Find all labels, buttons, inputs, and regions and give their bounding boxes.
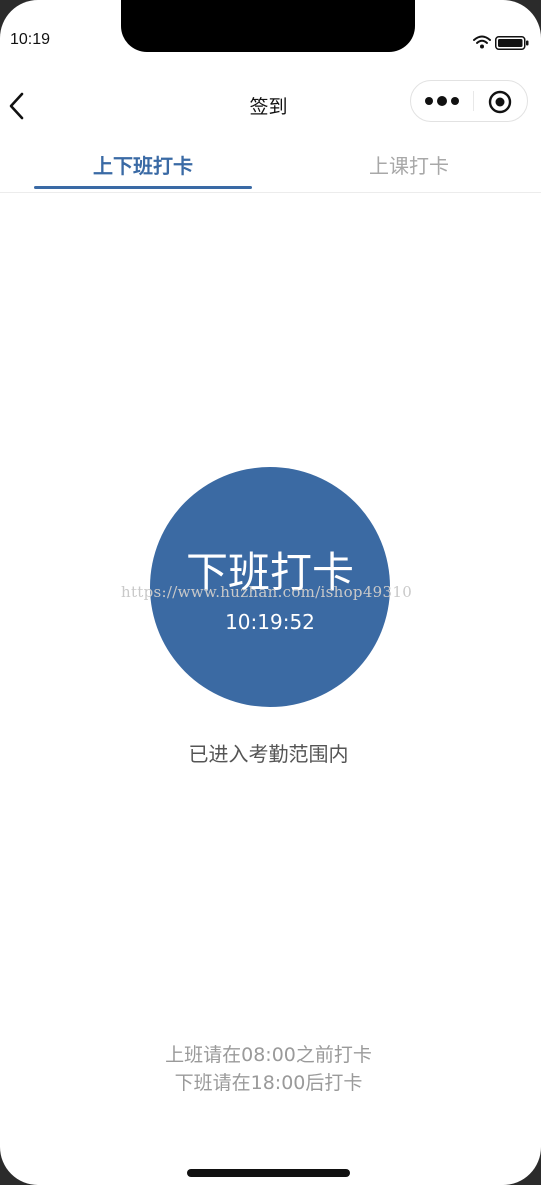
rule-check-in: 上班请在08:00之前打卡: [165, 1044, 372, 1066]
punch-clock: 10:19:52: [225, 610, 315, 634]
tab-class-punch[interactable]: 上课打卡: [300, 150, 518, 179]
rule-check-out: 下班请在18:00后打卡: [174, 1072, 363, 1094]
more-dots-icon[interactable]: [424, 92, 460, 110]
capsule-divider: [473, 91, 474, 111]
wifi-icon: [473, 35, 491, 49]
mini-program-capsule: [410, 80, 528, 122]
battery-icon: [495, 36, 529, 50]
attendance-range-status: 已进入考勤范围内: [188, 742, 349, 766]
tab-commute-punch[interactable]: 上下班打卡: [34, 150, 252, 179]
status-time: 10:19: [10, 31, 51, 48]
device-notch: [121, 0, 415, 52]
close-target-icon[interactable]: [488, 90, 512, 114]
tab-bar: 上下班打卡 上课打卡: [0, 142, 541, 193]
active-tab-underline: [34, 186, 252, 189]
home-indicator: [187, 1169, 350, 1177]
watermark-text: https://www.huzhan.com/ishop49310: [121, 583, 413, 601]
phone-screen: 10:19 签到 上下班打卡 上课打卡 下班打卡 10:19:52 https:…: [0, 0, 541, 1185]
